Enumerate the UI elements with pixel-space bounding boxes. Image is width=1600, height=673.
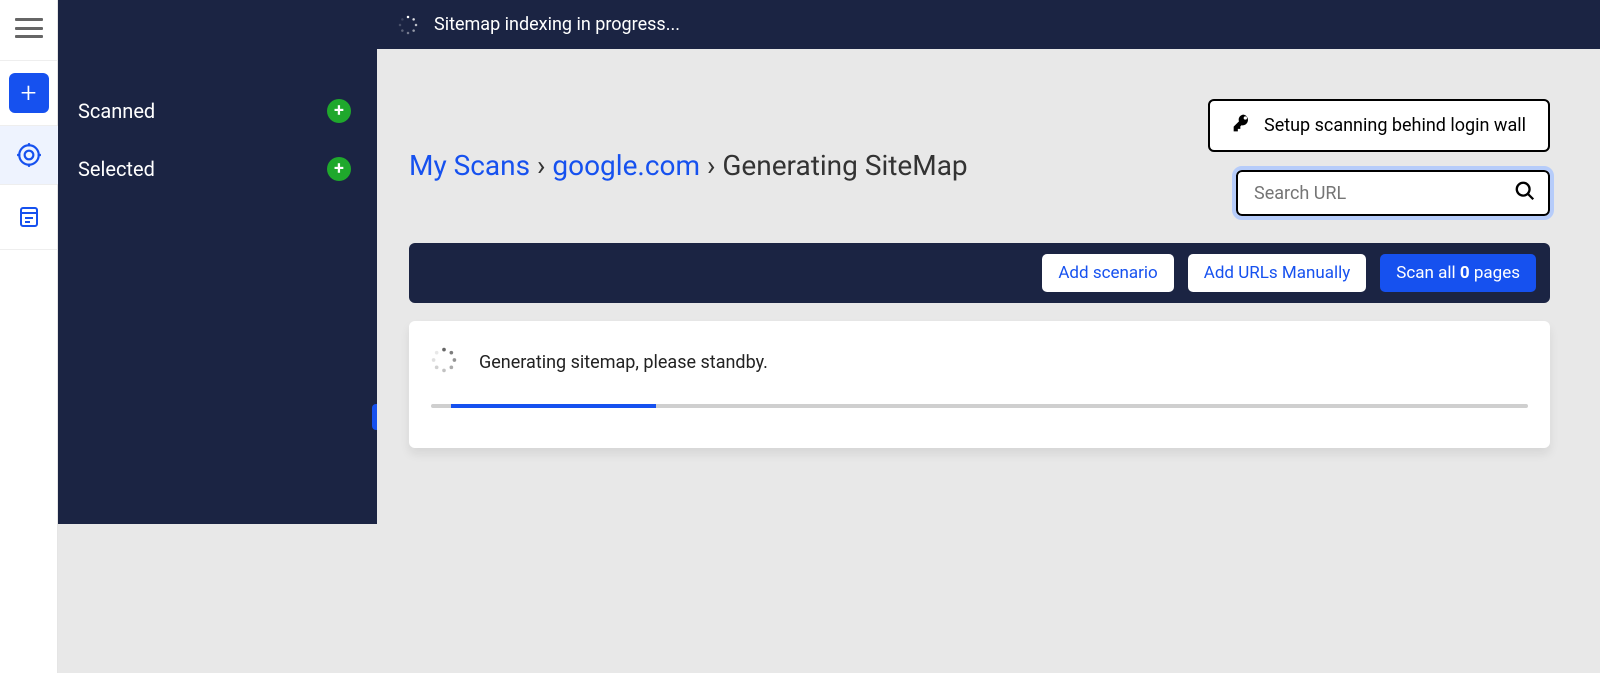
status-card: Generating sitemap, please standby. [409,321,1550,448]
side-item-selected[interactable]: Selected + [58,140,377,198]
icon-rail: + [0,0,58,673]
spinner-icon [431,347,457,378]
plus-icon[interactable]: + [327,157,351,181]
key-icon [1232,113,1252,138]
report-icon[interactable] [9,197,49,237]
progress-indicator [451,404,656,408]
rail-divider [0,249,57,250]
topbar-status: Sitemap indexing in progress... [434,14,680,35]
action-bar: Add scenario Add URLs Manually Scan all … [409,243,1550,303]
side-item-scanned[interactable]: Scanned + [58,82,377,140]
breadcrumb: My Scans › google.com › Generating SiteM… [409,99,968,183]
breadcrumb-current: Generating SiteMap [722,149,967,182]
search-icon[interactable] [1514,180,1536,206]
search-input-wrap[interactable] [1236,170,1550,216]
scan-all-button[interactable]: Scan all 0 pages [1380,254,1536,292]
setup-login-label: Setup scanning behind login wall [1264,115,1526,136]
side-item-label: Scanned [78,99,155,123]
breadcrumb-root[interactable]: My Scans [409,149,530,182]
setup-login-button[interactable]: Setup scanning behind login wall [1208,99,1550,152]
plus-icon[interactable]: + [327,99,351,123]
status-text: Generating sitemap, please standby. [479,352,768,373]
rail-divider [0,184,57,185]
side-item-label: Selected [78,157,155,181]
side-panel: Scanned + Selected + [58,0,377,524]
rail-item-scan[interactable] [0,126,58,184]
rail-divider [0,60,57,61]
add-urls-button[interactable]: Add URLs Manually [1188,254,1367,292]
progress-bar [431,404,1528,408]
spinner-icon [398,15,418,35]
add-button[interactable]: + [9,73,49,113]
add-scenario-button[interactable]: Add scenario [1042,254,1173,292]
main-region: My Scans › google.com › Generating SiteM… [377,49,1600,673]
header-actions: Setup scanning behind login wall [1208,99,1550,216]
target-icon [0,126,58,184]
status-row: Generating sitemap, please standby. [431,347,1528,378]
header-row: My Scans › google.com › Generating SiteM… [409,99,1550,216]
search-input[interactable] [1254,183,1514,204]
breadcrumb-site[interactable]: google.com [552,149,700,182]
hamburger-icon[interactable] [15,18,43,38]
